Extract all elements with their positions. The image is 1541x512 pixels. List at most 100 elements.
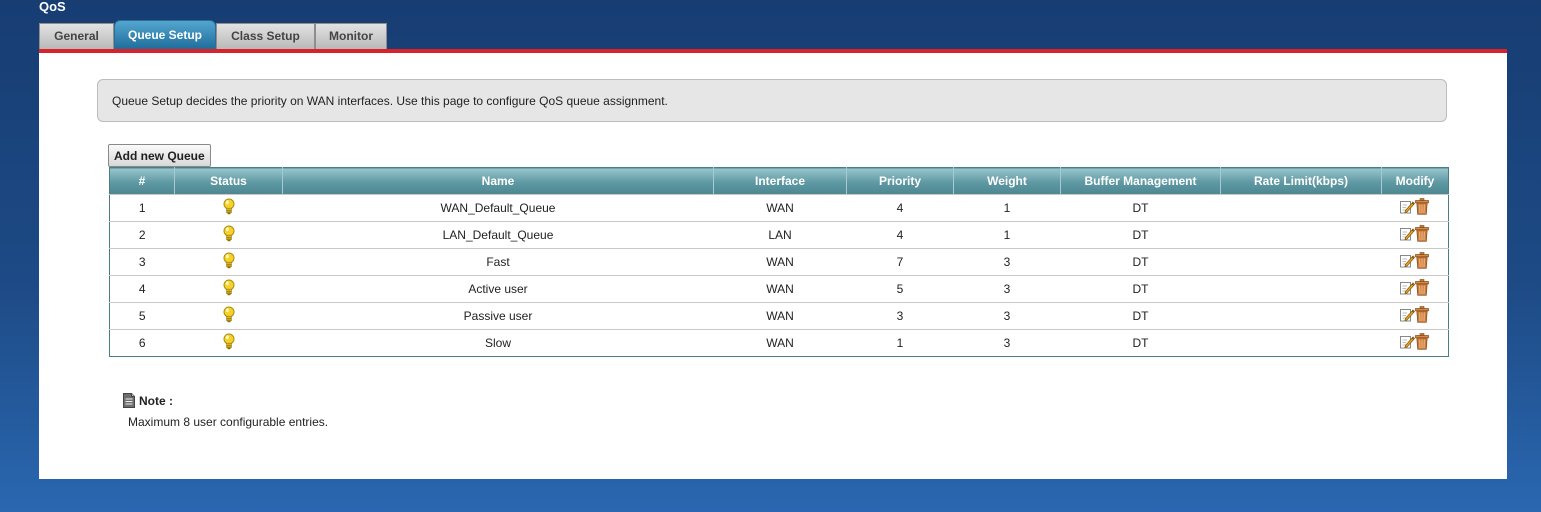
cell-weight: 3	[953, 329, 1061, 357]
column-header-buffer-management: Buffer Management	[1060, 167, 1221, 195]
trash-icon[interactable]	[1415, 279, 1430, 299]
cell-status	[174, 302, 283, 330]
cell-rate-limit	[1220, 329, 1382, 357]
note-title: Note :	[139, 393, 173, 408]
bulb-icon	[223, 333, 235, 353]
trash-icon[interactable]	[1415, 333, 1430, 353]
cell-number: 6	[109, 329, 175, 357]
page-title: QoS	[39, 0, 66, 14]
column-header-status: Status	[174, 167, 283, 195]
column-header-interface: Interface	[713, 167, 847, 195]
column-header-rate-limit: Rate Limit(kbps)	[1220, 167, 1382, 195]
table-row: 4 Active user WAN 5 3 DT	[109, 275, 1449, 303]
table-row: 2 LAN_Default_Queue LAN 4 1 DT	[109, 221, 1449, 249]
cell-buffer-management: DT	[1060, 329, 1221, 357]
tab-queue-setup[interactable]: Queue Setup	[114, 20, 216, 49]
column-header-weight: Weight	[953, 167, 1061, 195]
cell-status	[174, 221, 283, 249]
cell-interface: WAN	[713, 302, 847, 330]
table-header-row: # Status Name Interface Priority Weight …	[109, 167, 1449, 195]
cell-modify	[1381, 248, 1449, 276]
cell-buffer-management: DT	[1060, 194, 1221, 222]
cell-buffer-management: DT	[1060, 248, 1221, 276]
cell-interface: LAN	[713, 221, 847, 249]
cell-number: 2	[109, 221, 175, 249]
edit-icon[interactable]	[1400, 226, 1416, 244]
tab-monitor[interactable]: Monitor	[315, 23, 387, 49]
trash-icon[interactable]	[1415, 252, 1430, 272]
tab-class-setup[interactable]: Class Setup	[216, 23, 315, 49]
trash-icon[interactable]	[1415, 198, 1430, 218]
cell-buffer-management: DT	[1060, 221, 1221, 249]
column-header-priority: Priority	[846, 167, 954, 195]
table-row: 3 Fast WAN 7 3 DT	[109, 248, 1449, 276]
cell-number: 3	[109, 248, 175, 276]
table-row: 6 Slow WAN 1 3 DT	[109, 329, 1449, 357]
edit-icon[interactable]	[1400, 334, 1416, 352]
cell-number: 4	[109, 275, 175, 303]
trash-icon[interactable]	[1415, 306, 1430, 326]
cell-priority: 7	[846, 248, 954, 276]
cell-name: LAN_Default_Queue	[282, 221, 714, 249]
cell-weight: 3	[953, 275, 1061, 303]
info-box: Queue Setup decides the priority on WAN …	[97, 79, 1447, 122]
cell-modify	[1381, 275, 1449, 303]
bulb-icon	[223, 198, 235, 218]
edit-icon[interactable]	[1400, 199, 1416, 217]
trash-icon[interactable]	[1415, 225, 1430, 245]
edit-icon[interactable]	[1400, 307, 1416, 325]
cell-rate-limit	[1220, 248, 1382, 276]
cell-rate-limit	[1220, 221, 1382, 249]
info-text: Queue Setup decides the priority on WAN …	[112, 94, 668, 108]
cell-number: 5	[109, 302, 175, 330]
cell-weight: 1	[953, 194, 1061, 222]
note-section: Note : Maximum 8 user configurable entri…	[123, 393, 328, 429]
cell-name: Passive user	[282, 302, 714, 330]
edit-icon[interactable]	[1400, 253, 1416, 271]
table-row: 1 WAN_Default_Queue WAN 4 1 DT	[109, 194, 1449, 222]
cell-interface: WAN	[713, 248, 847, 276]
note-icon	[123, 393, 135, 408]
bulb-icon	[223, 252, 235, 272]
tab-general[interactable]: General	[39, 23, 114, 49]
add-new-queue-button[interactable]: Add new Queue	[108, 144, 211, 167]
cell-name: Slow	[282, 329, 714, 357]
bulb-icon	[223, 225, 235, 245]
cell-name: Active user	[282, 275, 714, 303]
column-header-modify: Modify	[1381, 167, 1449, 195]
cell-number: 1	[109, 194, 175, 222]
cell-buffer-management: DT	[1060, 275, 1221, 303]
bulb-icon	[223, 306, 235, 326]
cell-priority: 5	[846, 275, 954, 303]
cell-modify	[1381, 221, 1449, 249]
cell-status	[174, 248, 283, 276]
cell-modify	[1381, 194, 1449, 222]
column-header-name: Name	[282, 167, 714, 195]
column-header-number: #	[109, 167, 175, 195]
cell-rate-limit	[1220, 302, 1382, 330]
cell-priority: 1	[846, 329, 954, 357]
cell-rate-limit	[1220, 194, 1382, 222]
cell-weight: 3	[953, 302, 1061, 330]
bulb-icon	[223, 279, 235, 299]
table-row: 5 Passive user WAN 3 3 DT	[109, 302, 1449, 330]
cell-weight: 3	[953, 248, 1061, 276]
cell-priority: 4	[846, 194, 954, 222]
cell-modify	[1381, 329, 1449, 357]
cell-interface: WAN	[713, 194, 847, 222]
edit-icon[interactable]	[1400, 280, 1416, 298]
cell-status	[174, 194, 283, 222]
cell-interface: WAN	[713, 329, 847, 357]
cell-rate-limit	[1220, 275, 1382, 303]
cell-priority: 4	[846, 221, 954, 249]
queue-table: # Status Name Interface Priority Weight …	[109, 167, 1449, 357]
cell-weight: 1	[953, 221, 1061, 249]
cell-modify	[1381, 302, 1449, 330]
tab-bar: General Queue Setup Class Setup Monitor	[39, 20, 387, 49]
cell-priority: 3	[846, 302, 954, 330]
note-text: Maximum 8 user configurable entries.	[128, 415, 329, 429]
cell-name: Fast	[282, 248, 714, 276]
cell-buffer-management: DT	[1060, 302, 1221, 330]
cell-name: WAN_Default_Queue	[282, 194, 714, 222]
cell-interface: WAN	[713, 275, 847, 303]
